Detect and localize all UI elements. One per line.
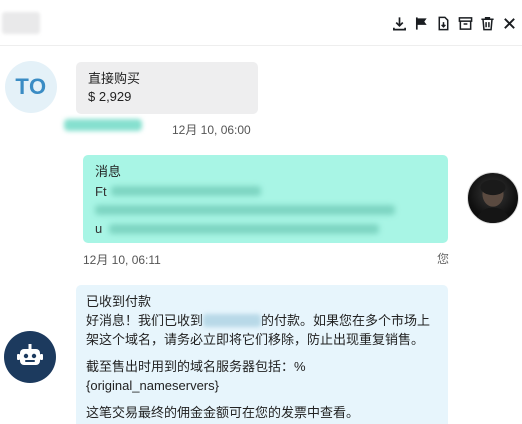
message-label: 消息	[95, 164, 122, 179]
close-icon	[504, 17, 515, 29]
export-file-icon	[438, 16, 449, 30]
header-bar	[0, 0, 522, 46]
delete-button[interactable]	[479, 13, 496, 33]
bot-message-title: 已收到付款	[86, 294, 152, 309]
redacted-name	[203, 314, 262, 327]
conversation-title-redacted	[2, 12, 40, 34]
archive-button[interactable]	[457, 13, 474, 33]
purchase-label: 直接购买	[88, 71, 141, 86]
close-button[interactable]	[501, 13, 518, 33]
redacted-text	[111, 186, 261, 196]
download-icon	[393, 16, 406, 30]
redacted-text	[95, 205, 395, 215]
commission-line: 这笔交易最终的佣金金额可在您的发票中查看。	[86, 405, 360, 420]
message-text-fragment: Ft	[95, 184, 107, 199]
export-button[interactable]	[435, 13, 452, 33]
bot-message-body: 好消息！我们已收到 的付款。如果您在多个市场上架这个域名，请务必立即将它们移除，防…	[86, 311, 438, 349]
bot-avatar	[4, 331, 56, 383]
profile-photo-icon	[475, 179, 511, 223]
payment-received-message: 已收到付款 好消息！我们已收到 的付款。如果您在多个市场上架这个域名，请务必立即将…	[76, 285, 448, 424]
bot-text: 好消息！我们已收到	[86, 313, 204, 328]
purchase-amount: $ 2,929	[88, 89, 132, 104]
download-button[interactable]	[391, 13, 408, 33]
flag-button[interactable]	[413, 13, 430, 33]
flag-icon	[415, 16, 427, 30]
purchase-timestamp: 12月 10, 06:00	[172, 123, 251, 137]
user-message: 消息 Ft u	[83, 155, 448, 243]
seller-avatar	[467, 172, 519, 224]
message-timestamp: 12月 10, 06:11	[83, 253, 161, 267]
redacted-text	[109, 224, 379, 234]
purchase-message: 直接购买 $ 2,929	[76, 62, 258, 114]
buyer-initials: TO	[15, 74, 47, 99]
message-text-fragment: u	[95, 221, 103, 236]
conversation-page: TO 直接购买 $ 2,929 12月 10, 06:00 消息 Ft u 12…	[0, 0, 522, 424]
robot-icon	[17, 344, 43, 365]
read-status: 您	[437, 252, 450, 266]
toolbar	[391, 12, 518, 34]
nameservers-line: 截至售出时用到的域名服务器包括：%{original_nameservers}	[86, 359, 306, 393]
archive-icon	[458, 16, 473, 30]
trash-icon	[481, 16, 494, 30]
buyer-avatar: TO	[5, 61, 57, 113]
sender-name-redacted	[64, 119, 142, 131]
